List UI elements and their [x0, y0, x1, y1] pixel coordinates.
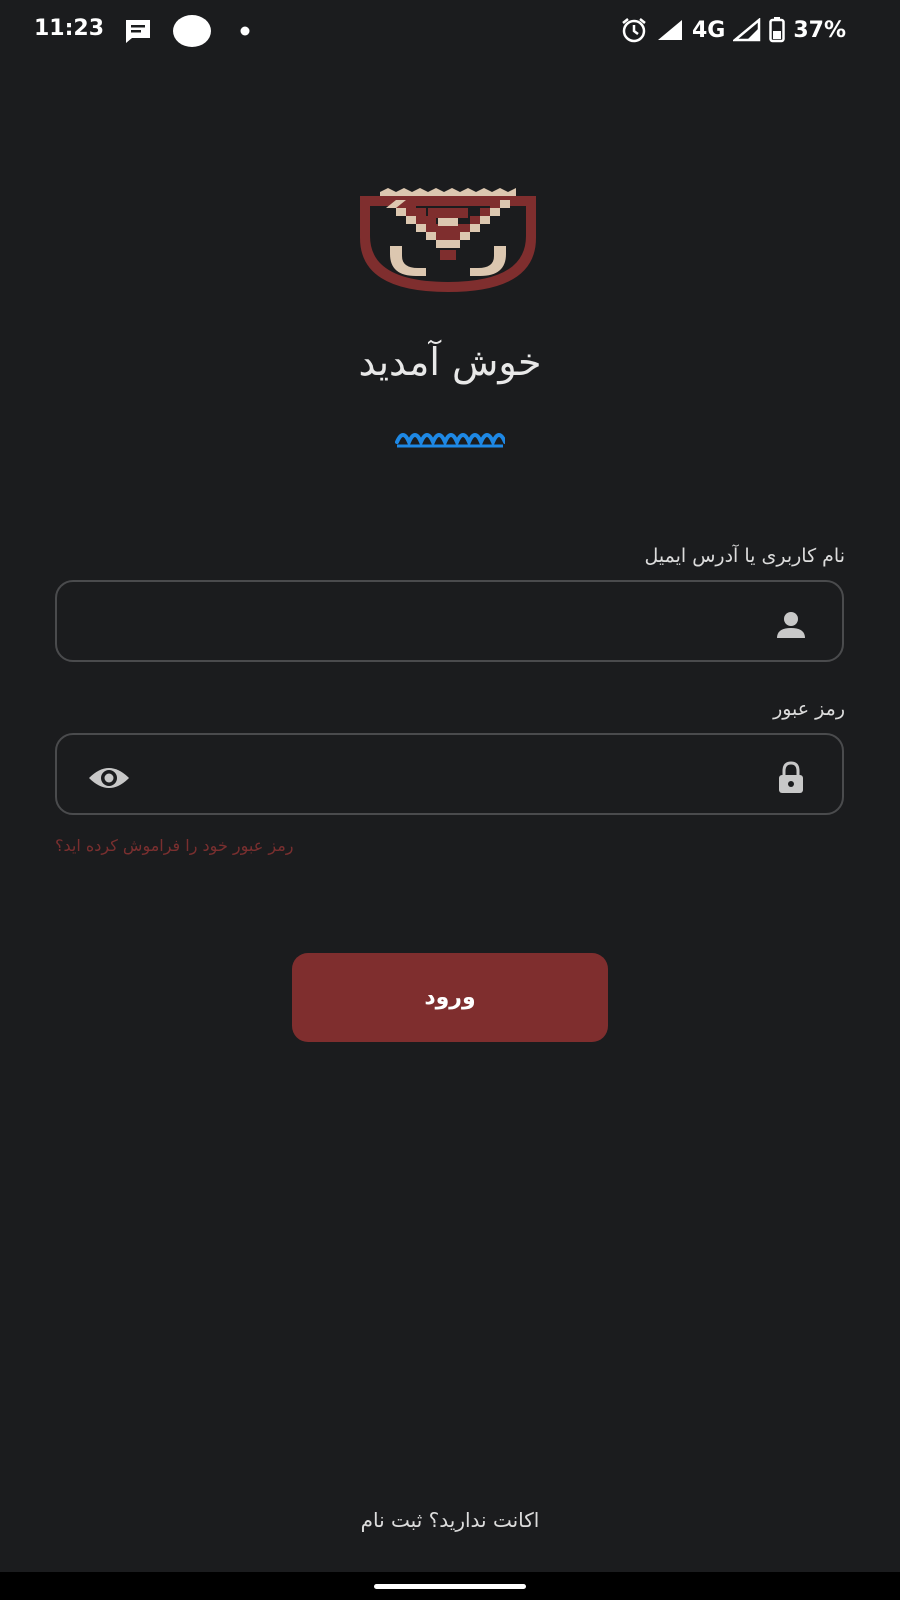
welcome-title: خوش آمدید: [358, 340, 542, 384]
navigation-bar: [0, 1572, 900, 1600]
username-field[interactable]: [55, 580, 844, 662]
username-input[interactable]: [147, 600, 752, 646]
status-time: 11:23: [34, 16, 105, 41]
forgot-password-link[interactable]: رمز عبور خود را فراموش کرده اید؟: [55, 836, 294, 855]
signup-link[interactable]: اکانت ندارید؟ ثبت نام: [0, 1508, 900, 1532]
battery-percent: 37%: [793, 17, 846, 43]
signal-icon: [657, 20, 682, 40]
battery-icon: [769, 17, 786, 43]
basket-logo: [360, 188, 536, 292]
password-label: رمز عبور: [773, 698, 845, 720]
eye-icon[interactable]: [87, 761, 131, 795]
person-icon: [777, 612, 805, 638]
status-right: 4G 37%: [620, 16, 846, 44]
circle-icon: [173, 15, 211, 47]
login-button[interactable]: ورود: [292, 953, 608, 1042]
home-handle[interactable]: [374, 1584, 526, 1589]
dot-icon: [240, 26, 250, 36]
signal-icon: [733, 18, 761, 42]
lock-icon: [779, 761, 803, 793]
username-label: نام کاربری یا آدرس ایمیل: [644, 545, 845, 567]
status-bar: 11:23 4G 37%: [0, 0, 900, 64]
wave-icon: [395, 433, 505, 448]
password-field[interactable]: [55, 733, 844, 815]
message-icon: [126, 20, 150, 43]
password-input[interactable]: [147, 753, 752, 799]
network-type: 4G: [691, 17, 726, 43]
alarm-icon: [622, 18, 646, 43]
